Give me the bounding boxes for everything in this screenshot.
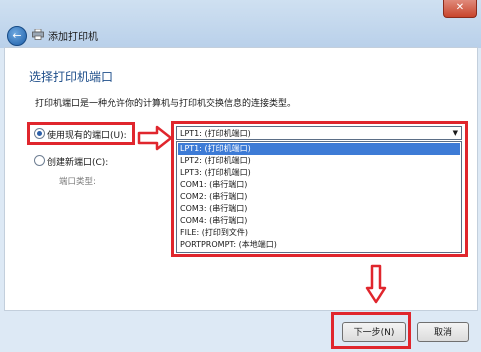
printer-icon xyxy=(32,29,44,40)
title-bar: ✕ ← 添加打印机 xyxy=(0,0,481,48)
port-option-com4[interactable]: COM4: (串行端口) xyxy=(178,215,460,227)
port-option-file[interactable]: FILE: (打印到文件) xyxy=(178,227,460,239)
back-arrow-icon: ← xyxy=(12,29,22,42)
port-dropdown-value: LPT1: (打印机端口) xyxy=(180,129,251,138)
port-option-portprompt[interactable]: PORTPROMPT: (本地端口) xyxy=(178,239,460,251)
close-icon: ✕ xyxy=(455,2,465,13)
port-type-label: 端口类型: xyxy=(59,177,96,187)
page-description: 打印机端口是一种允许你的计算机与打印机交换信息的连接类型。 xyxy=(35,99,297,109)
page-title: 选择打印机端口 xyxy=(29,70,114,84)
create-new-port-radio[interactable] xyxy=(34,155,45,166)
close-button[interactable]: ✕ xyxy=(443,0,477,18)
port-dropdown-list: LPT1: (打印机端口) LPT2: (打印机端口) LPT3: (打印机端口… xyxy=(176,141,462,253)
next-button[interactable]: 下一步(N) xyxy=(342,322,406,342)
port-option-lpt2[interactable]: LPT2: (打印机端口) xyxy=(178,155,460,167)
port-dropdown[interactable]: LPT1: (打印机端口) ▼ xyxy=(176,126,462,140)
port-option-com2[interactable]: COM2: (串行端口) xyxy=(178,191,460,203)
port-option-com3[interactable]: COM3: (串行端口) xyxy=(178,203,460,215)
window-title: 添加打印机 xyxy=(48,32,98,43)
create-new-port-label[interactable]: 创建新端口(C): xyxy=(47,155,108,168)
cancel-button[interactable]: 取消 xyxy=(417,322,469,342)
chevron-down-icon[interactable]: ▼ xyxy=(453,129,458,137)
port-option-lpt3[interactable]: LPT3: (打印机端口) xyxy=(178,167,460,179)
back-button[interactable]: ← xyxy=(7,26,27,46)
port-option-lpt1[interactable]: LPT1: (打印机端口) xyxy=(178,143,460,155)
use-existing-port-label[interactable]: 使用现有的端口(U): xyxy=(47,128,127,141)
annotation-arrow-right-icon xyxy=(137,125,173,151)
port-option-com1[interactable]: COM1: (串行端口) xyxy=(178,179,460,191)
annotation-arrow-down-icon xyxy=(365,264,387,304)
use-existing-port-radio[interactable] xyxy=(34,128,45,139)
